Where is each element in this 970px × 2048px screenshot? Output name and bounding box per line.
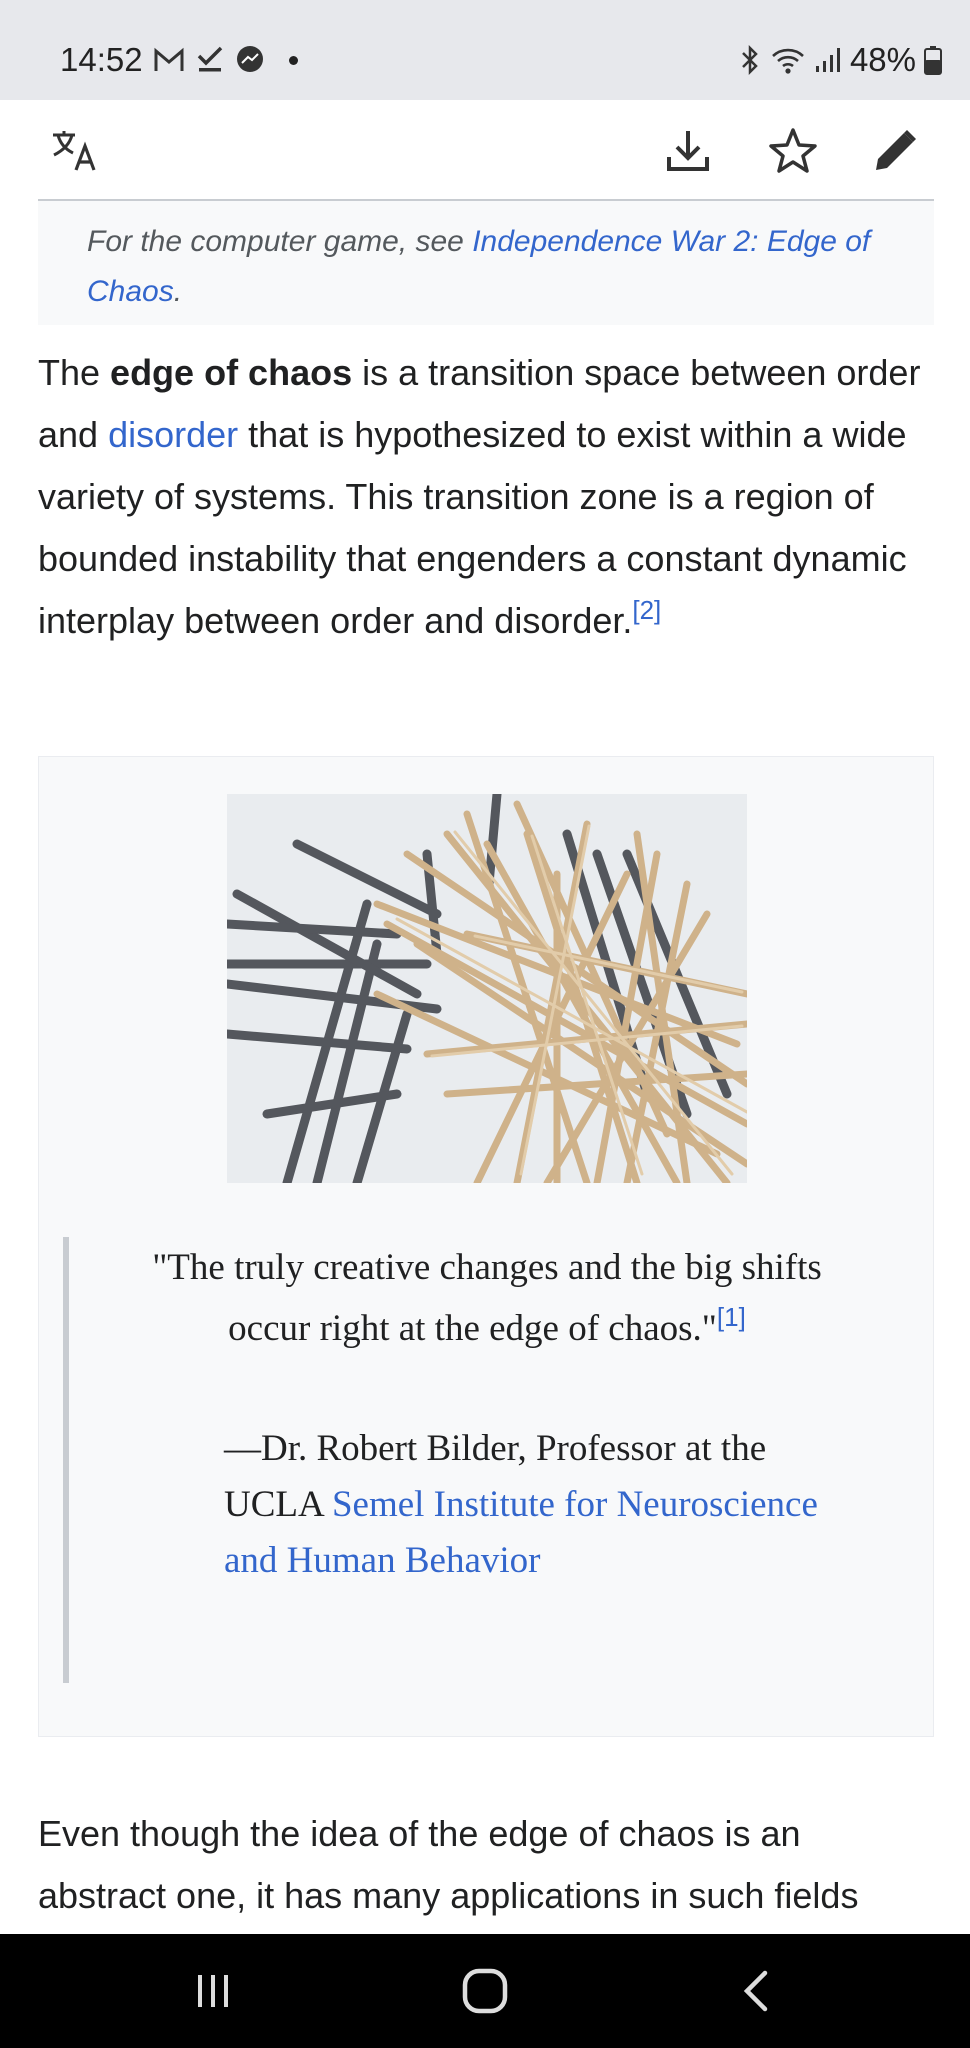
check-icon xyxy=(195,46,225,74)
bluetooth-icon xyxy=(738,44,762,76)
lead-the: The xyxy=(38,352,111,393)
star-icon[interactable] xyxy=(763,120,823,180)
clock: 14:52 xyxy=(60,41,143,78)
reference-1[interactable]: [1] xyxy=(717,1302,746,1332)
quote-figure: "The truly creative changes and the big … xyxy=(38,756,934,1737)
translate-icon[interactable] xyxy=(45,120,105,180)
article-toolbar xyxy=(0,100,970,200)
quote-text: "The truly creative changes and the big … xyxy=(119,1237,855,1359)
disorder-link[interactable]: disorder xyxy=(108,414,238,455)
home-icon[interactable] xyxy=(455,1961,515,2021)
notification-dot xyxy=(288,55,298,65)
recent-apps-icon[interactable] xyxy=(183,1961,243,2021)
lead-paragraph: The edge of chaos is a transition space … xyxy=(38,342,938,652)
gmail-icon xyxy=(153,47,185,73)
messenger-icon xyxy=(235,45,265,75)
hatnote-prefix: For the computer game, see xyxy=(87,225,473,258)
hatnote-suffix: . xyxy=(173,275,183,308)
battery-icon xyxy=(924,45,942,75)
status-bar: 14:52 48% xyxy=(0,0,970,100)
signal-icon xyxy=(814,46,842,74)
edit-icon[interactable] xyxy=(866,120,926,180)
status-right: 48% xyxy=(738,40,942,80)
wifi-icon xyxy=(770,45,806,75)
quote-bar xyxy=(63,1237,69,1683)
quote-body: "The truly creative changes and the big … xyxy=(152,1247,822,1349)
battery-text: 48% xyxy=(849,41,916,78)
sticks-photo[interactable] xyxy=(227,794,747,1183)
hatnote-link-cont[interactable]: Chaos xyxy=(87,275,174,308)
hatnote: For the computer game, see Independence … xyxy=(38,201,934,325)
download-icon[interactable] xyxy=(658,120,718,180)
system-nav-bar xyxy=(0,1934,970,2048)
status-left: 14:52 xyxy=(60,40,298,80)
reference-2[interactable]: [2] xyxy=(632,595,661,625)
back-icon[interactable] xyxy=(727,1961,787,2021)
lead-term: edge of chaos xyxy=(110,352,353,393)
hatnote-link[interactable]: Independence War 2: Edge of xyxy=(472,225,870,258)
body-paragraph: Even though the idea of the edge of chao… xyxy=(38,1813,859,1916)
